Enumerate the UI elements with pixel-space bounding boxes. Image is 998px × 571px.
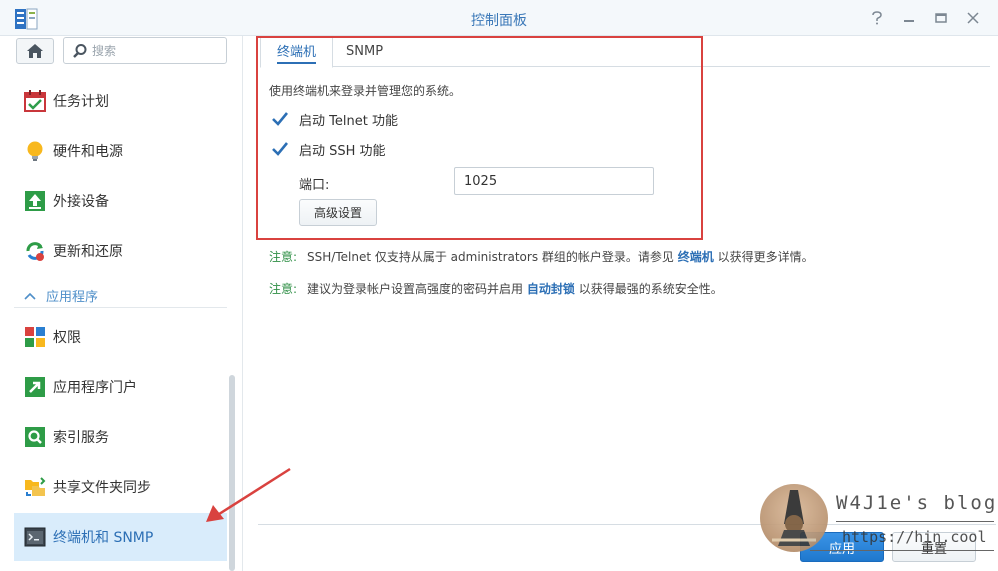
sidebar-item-indexing[interactable]: 索引服务 [14,413,227,461]
ssh-option[interactable]: 启动 SSH 功能 [270,139,386,159]
sidebar-item-update-restore[interactable]: 更新和还原 [14,227,227,275]
description-text: 使用终端机来登录并管理您的系统。 [269,84,462,98]
note-text: SSH/Telnet 仅支持从属于 administrators 群组的帐户登录… [307,250,674,264]
home-button[interactable] [16,38,54,64]
title-bar: 控制面板 [0,0,998,36]
window-title: 控制面板 [471,13,527,29]
tab-label: SNMP [346,44,384,59]
ssh-checkbox[interactable] [270,139,290,159]
home-icon [27,44,43,58]
sidebar-item-external-devices[interactable]: 外接设备 [14,177,227,225]
sidebar-item-folder-sync[interactable]: 共享文件夹同步 [14,463,227,511]
tab-label: 终端机 [277,41,317,64]
sidebar-item-privileges[interactable]: 权限 [14,313,227,361]
privileges-icon [25,327,45,347]
telnet-option[interactable]: 启动 Telnet 功能 [270,109,398,129]
tab-snmp[interactable]: SNMP [330,36,399,67]
section-label: 应用程序 [46,290,99,305]
watermark-url: https://hin.cool [842,528,987,546]
footer-divider [258,524,996,525]
telnet-checkbox[interactable] [270,109,290,129]
terminal-icon [24,527,46,547]
terminal-help-link[interactable]: 终端机 [678,250,714,264]
watermark-line [810,550,994,551]
note-text: 以获得最强的系统安全性。 [578,282,723,296]
note-text: 建议为登录帐户设置高强度的密码并启用 [307,282,524,296]
sidebar-item-task-scheduler[interactable]: 任务计划 [14,77,227,125]
watermark-line [836,521,994,522]
watermark-avatar [760,484,828,552]
auto-block-link[interactable]: 自动封锁 [527,282,575,296]
search-box[interactable] [63,37,227,64]
close-icon[interactable] [962,8,984,28]
sidebar-item-label: 权限 [53,330,81,346]
sidebar-item-label: 硬件和电源 [53,144,123,160]
sidebar-item-label: 索引服务 [53,430,109,446]
sidebar-item-label: 应用程序门户 [53,380,137,396]
search-input[interactable] [92,41,220,61]
annotation-arrow [206,467,291,522]
sidebar-item-terminal-snmp[interactable]: 终端机和 SNMP [14,513,227,561]
tab-terminal[interactable]: 终端机 [260,36,334,68]
port-label: 端口: [299,178,330,193]
note-security: 注意: 建议为登录帐户设置高强度的密码并启用 自动封锁 以获得最强的系统安全性。 [269,280,723,297]
lightbulb-icon [27,141,43,161]
sidebar-item-hardware-power[interactable]: 硬件和电源 [14,127,227,175]
folder-sync-icon [25,477,46,496]
sidebar-item-label: 共享文件夹同步 [53,480,151,496]
help-icon[interactable] [866,8,888,28]
external-device-icon [25,191,45,211]
telnet-label: 启动 Telnet 功能 [299,113,398,129]
sidebar-item-label: 更新和还原 [53,244,123,260]
search-icon [73,44,87,58]
update-restore-icon [26,242,44,261]
note-key: 注意: [269,282,298,296]
note-text: 以获得更多详情。 [717,250,814,264]
watermark-title: W4J1e's blog [836,492,998,514]
minimize-icon[interactable] [898,8,920,28]
section-applications[interactable]: 应用程序 [14,284,227,308]
sidebar-item-label: 外接设备 [53,194,109,210]
port-input[interactable] [454,167,654,195]
note-ssh-telnet: 注意: SSH/Telnet 仅支持从属于 administrators 群组的帐… [269,248,814,265]
app-portal-icon [25,377,45,397]
chevron-up-icon [24,292,36,300]
ssh-label: 启动 SSH 功能 [299,143,386,159]
tab-bar: 终端机 SNMP [260,36,990,68]
indexing-icon [25,427,45,447]
main-panel: 终端机 SNMP 使用终端机来登录并管理您的系统。 启动 Telnet 功能 启… [244,36,998,571]
sidebar-item-label: 终端机和 SNMP [53,530,154,546]
check-icon [272,112,289,126]
advanced-settings-button[interactable]: 高级设置 [299,199,377,226]
maximize-icon[interactable] [930,8,952,28]
calendar-icon [24,90,46,112]
sidebar-item-label: 任务计划 [53,94,109,110]
check-icon [272,142,289,156]
sidebar-item-app-portal[interactable]: 应用程序门户 [14,363,227,411]
note-key: 注意: [269,250,298,264]
